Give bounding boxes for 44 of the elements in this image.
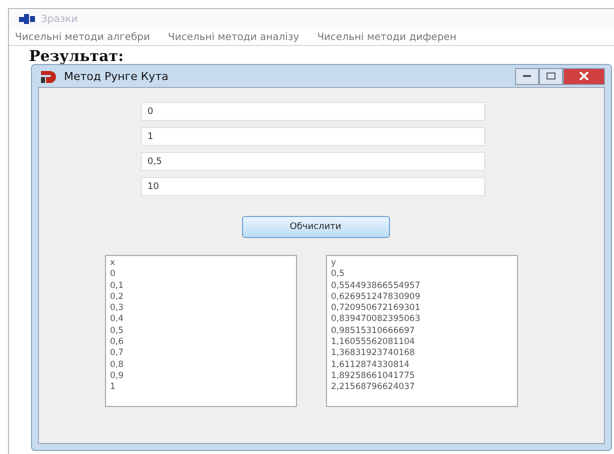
window-title: Зразки bbox=[41, 14, 78, 24]
close-icon bbox=[579, 72, 589, 80]
input-field[interactable]: 10 bbox=[140, 177, 484, 196]
result-heading: Результат: bbox=[28, 48, 125, 64]
input-field[interactable]: 0 bbox=[140, 102, 484, 121]
list-item: 0,4 bbox=[110, 314, 125, 326]
input-field[interactable]: 1 bbox=[140, 127, 484, 146]
menu-item[interactable]: Чисельні методи аналізу bbox=[168, 32, 300, 42]
list-item: 0,5 bbox=[110, 326, 125, 338]
list-item: 0 bbox=[110, 269, 116, 281]
list-item: 0,1 bbox=[110, 280, 125, 292]
menu-item[interactable]: Чисельні методи диферен bbox=[317, 32, 456, 42]
list-item: 0,720950672169301 bbox=[331, 303, 422, 314]
list-item: 0,6 bbox=[110, 337, 125, 348]
list-item: 0,98515310666697 bbox=[331, 326, 416, 338]
dialog-title: Метод Рунге Кута bbox=[64, 70, 168, 82]
list-item: 0,554493866554957 bbox=[331, 280, 422, 292]
list-item: 1,36831923740168 bbox=[331, 348, 416, 360]
app-icon bbox=[40, 69, 58, 83]
list-item: 0,626951247830909 bbox=[331, 292, 422, 304]
list-item: 0,839470082395063 bbox=[331, 314, 422, 326]
list-item: 1 bbox=[110, 382, 116, 394]
list-item: x bbox=[110, 258, 116, 270]
list-item: 2,21568796624037 bbox=[331, 382, 416, 394]
input-field[interactable]: 0,5 bbox=[140, 152, 484, 171]
list-item: 1,89258661041775 bbox=[331, 370, 416, 382]
minimize-button[interactable] bbox=[515, 68, 539, 84]
maximize-button[interactable] bbox=[539, 68, 563, 84]
close-button[interactable] bbox=[563, 68, 605, 84]
menu-item[interactable]: Чисельні методи алгебри bbox=[15, 32, 150, 42]
list-item: 0,2 bbox=[110, 292, 125, 304]
app-icon bbox=[19, 14, 35, 24]
maximize-icon bbox=[546, 72, 556, 80]
calculate-button[interactable]: Обчислити bbox=[242, 216, 390, 238]
list-item: 0,5 bbox=[331, 269, 346, 281]
output-listbox[interactable]: y 0,5 0,554493866554957 0,626951247830909 0,720950672169301 0,839470082395063 0,98515310666697 1,16055562081104 1,36831923740168 1,6112874330814 1,89258661041775 2,21568796624037 bbox=[326, 255, 518, 407]
list-item: 0,9 bbox=[110, 370, 125, 382]
list-item: 1,6112874330814 bbox=[331, 360, 410, 371]
list-item: 0,7 bbox=[110, 348, 125, 360]
list-item: 0,8 bbox=[110, 360, 125, 371]
list-item: y bbox=[331, 258, 338, 270]
list-item: 0,3 bbox=[110, 303, 125, 314]
output-listbox[interactable]: x 0 0,1 0,2 0,3 0,4 0,5 0,6 0,7 0,8 0,9 1 bbox=[105, 255, 297, 407]
list-item: 1,16055562081104 bbox=[331, 337, 416, 348]
